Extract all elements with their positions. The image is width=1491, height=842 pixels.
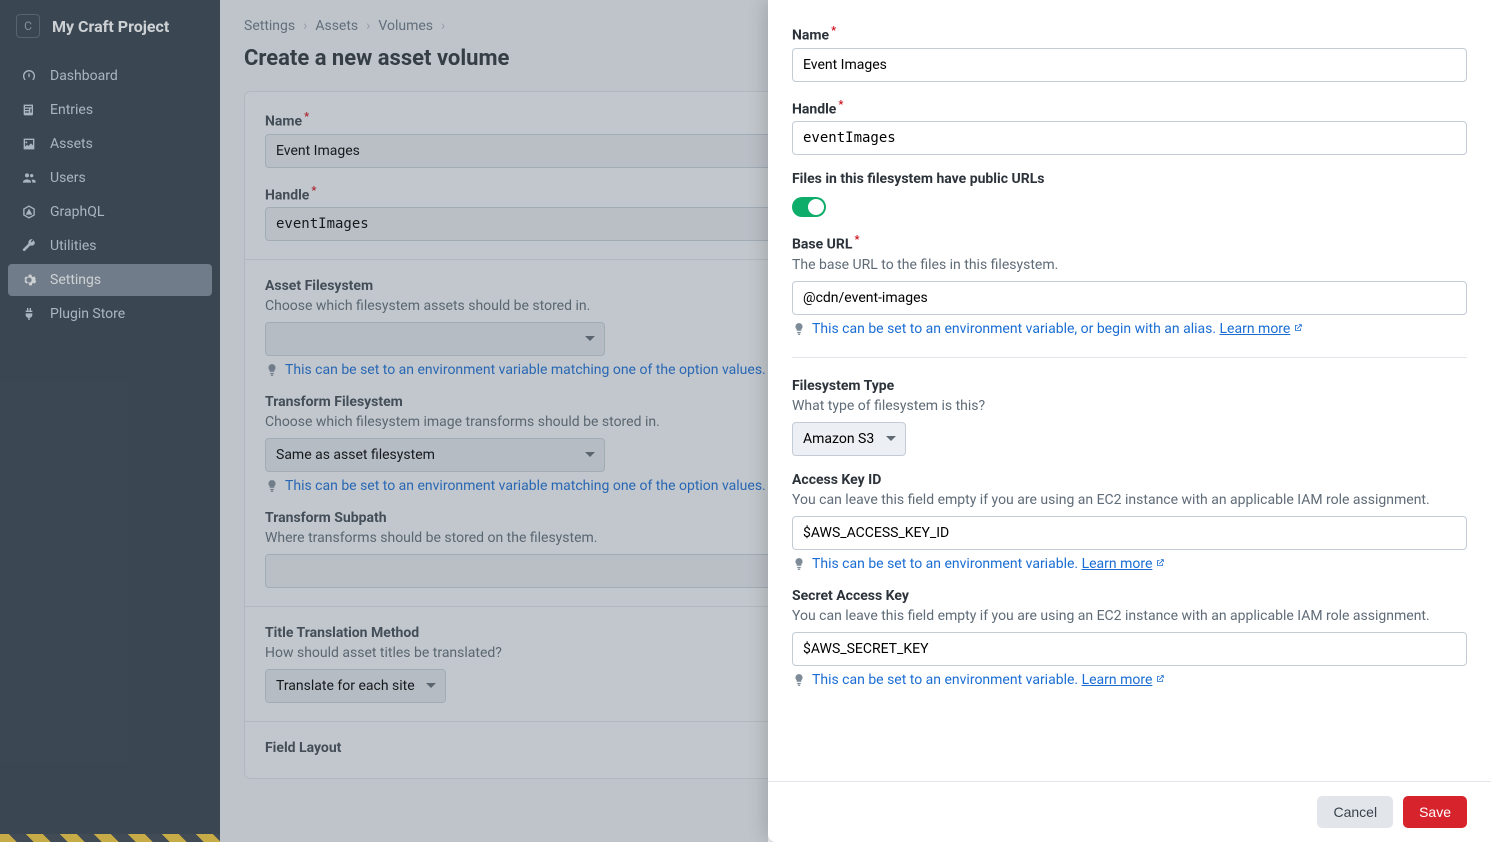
divider — [792, 357, 1467, 358]
title-translation-select[interactable]: Translate for each site — [265, 669, 446, 703]
sidebar-item-label: Settings — [50, 272, 101, 288]
access-key-instructions: You can leave this field empty if you ar… — [792, 492, 1467, 508]
access-key-input[interactable] — [792, 516, 1467, 550]
env-tip: This can be set to an environment variab… — [792, 556, 1467, 572]
filesystem-type-instructions: What type of filesystem is this? — [792, 398, 1467, 414]
env-alias-tip: This can be set to an environment variab… — [792, 321, 1467, 337]
nav: Dashboard Entries Assets Users GraphQL U… — [0, 52, 220, 338]
base-url-input[interactable] — [792, 281, 1467, 315]
sidebar-item-label: Utilities — [50, 238, 97, 254]
sidebar-item-label: Users — [50, 170, 86, 186]
filesystem-type-label: Filesystem Type — [792, 378, 1467, 394]
base-url-label: Base URL* — [792, 233, 1467, 253]
breadcrumb-volumes[interactable]: Volumes — [378, 18, 433, 34]
graphql-icon — [20, 203, 38, 221]
panel-name-label: Name* — [792, 24, 1467, 44]
sidebar: C My Craft Project Dashboard Entries Ass… — [0, 0, 220, 842]
secret-key-input[interactable] — [792, 632, 1467, 666]
base-url-instructions: The base URL to the files in this filesy… — [792, 257, 1467, 273]
brand-name: My Craft Project — [52, 17, 169, 36]
chevron-right-icon: › — [366, 18, 370, 34]
secret-key-instructions: You can leave this field empty if you ar… — [792, 608, 1467, 624]
external-link-icon — [1155, 674, 1165, 684]
cancel-button[interactable]: Cancel — [1317, 796, 1393, 828]
lightbulb-icon — [792, 557, 806, 571]
env-tip: This can be set to an environment variab… — [792, 672, 1467, 688]
slideout-footer: Cancel Save — [768, 781, 1491, 842]
sidebar-item-settings[interactable]: Settings — [8, 264, 212, 296]
transform-filesystem-select[interactable]: Same as asset filesystem — [265, 438, 605, 472]
gauge-icon — [20, 67, 38, 85]
learn-more-link[interactable]: Learn more — [1082, 556, 1153, 572]
learn-more-link[interactable]: Learn more — [1220, 321, 1291, 337]
sidebar-item-utilities[interactable]: Utilities — [8, 230, 212, 262]
sidebar-item-label: Entries — [50, 102, 93, 118]
save-button[interactable]: Save — [1403, 796, 1467, 828]
brand[interactable]: C My Craft Project — [0, 0, 220, 52]
filesystem-type-select[interactable]: Amazon S3 — [792, 422, 906, 456]
lightbulb-icon — [265, 363, 279, 377]
filesystem-slideout: Name* Handle* Files in this filesystem h… — [768, 0, 1491, 842]
lightbulb-icon — [792, 322, 806, 336]
sidebar-item-plugin-store[interactable]: Plugin Store — [8, 298, 212, 330]
gear-icon — [20, 271, 38, 289]
sidebar-item-users[interactable]: Users — [8, 162, 212, 194]
chevron-right-icon: › — [303, 18, 307, 34]
secret-key-label: Secret Access Key — [792, 588, 1467, 604]
plug-icon — [20, 305, 38, 323]
external-link-icon — [1155, 558, 1165, 568]
users-icon — [20, 169, 38, 187]
sidebar-item-entries[interactable]: Entries — [8, 94, 212, 126]
dev-mode-indicator — [0, 834, 220, 842]
sidebar-item-assets[interactable]: Assets — [8, 128, 212, 160]
public-urls-toggle[interactable] — [792, 197, 826, 217]
wrench-icon — [20, 237, 38, 255]
access-key-label: Access Key ID — [792, 472, 1467, 488]
sidebar-item-label: GraphQL — [50, 204, 104, 220]
learn-more-link[interactable]: Learn more — [1082, 672, 1153, 688]
sidebar-item-dashboard[interactable]: Dashboard — [8, 60, 212, 92]
sidebar-item-label: Plugin Store — [50, 306, 125, 322]
lightbulb-icon — [792, 673, 806, 687]
image-icon — [20, 135, 38, 153]
breadcrumb-settings[interactable]: Settings — [244, 18, 295, 34]
sidebar-item-label: Assets — [50, 136, 93, 152]
external-link-icon — [1293, 323, 1303, 333]
sidebar-item-label: Dashboard — [50, 68, 118, 84]
breadcrumb-assets[interactable]: Assets — [315, 18, 358, 34]
sidebar-item-graphql[interactable]: GraphQL — [8, 196, 212, 228]
panel-handle-label: Handle* — [792, 98, 1467, 118]
newspaper-icon — [20, 101, 38, 119]
panel-name-input[interactable] — [792, 48, 1467, 82]
public-urls-label: Files in this filesystem have public URL… — [792, 171, 1467, 187]
panel-handle-input[interactable] — [792, 121, 1467, 155]
asset-filesystem-select[interactable] — [265, 322, 605, 356]
lightbulb-icon — [265, 479, 279, 493]
brand-logo: C — [16, 14, 40, 38]
chevron-right-icon: › — [441, 18, 445, 34]
